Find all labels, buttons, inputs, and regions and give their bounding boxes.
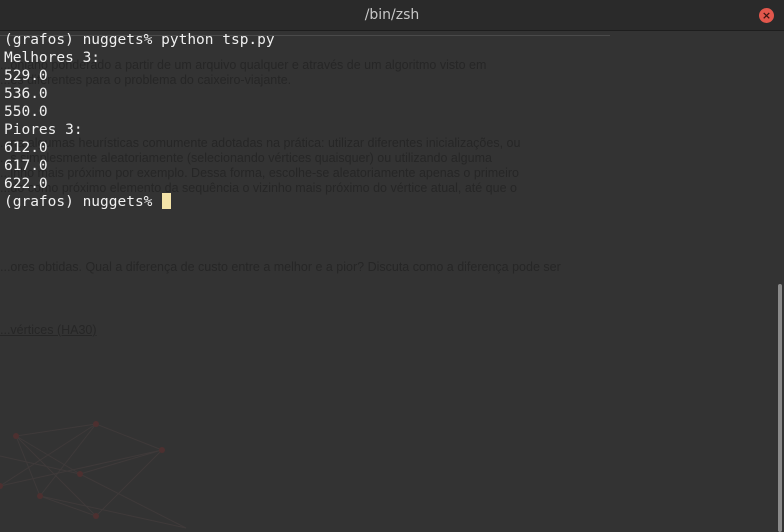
terminal-line: Piores 3: (4, 122, 83, 138)
terminal-line: 617.0 (4, 158, 48, 174)
background-link: ...vértices (HA30) (0, 323, 97, 337)
terminal-prompt-line[interactable]: (grafos) nuggets% (4, 193, 275, 211)
background-text-line: ...ores obtidas. Qual a diferença de cus… (0, 260, 561, 274)
shell-prompt: (grafos) nuggets% (4, 194, 162, 210)
terminal-line: Melhores 3: (4, 50, 101, 66)
title-bar[interactable]: /bin/zsh × (0, 0, 784, 31)
terminal-line: 529.0 (4, 68, 48, 84)
text-cursor (162, 193, 172, 209)
scrollbar[interactable] (778, 284, 782, 532)
window-title: /bin/zsh (364, 7, 420, 23)
terminal-window: /bin/zsh × ...oniano ponderado a partir … (0, 0, 784, 532)
terminal-line: 622.0 (4, 176, 48, 192)
terminal-content[interactable]: ...oniano ponderado a partir de um arqui… (0, 31, 784, 532)
terminal-line-command: (grafos) nuggets% python tsp.py (4, 32, 275, 48)
terminal-line: 550.0 (4, 104, 48, 120)
background-graph-image (0, 421, 187, 529)
close-icon[interactable]: × (759, 8, 774, 23)
terminal-output: (grafos) nuggets% python tsp.py Melhores… (4, 31, 275, 211)
terminal-line: 536.0 (4, 86, 48, 102)
terminal-line: 612.0 (4, 140, 48, 156)
